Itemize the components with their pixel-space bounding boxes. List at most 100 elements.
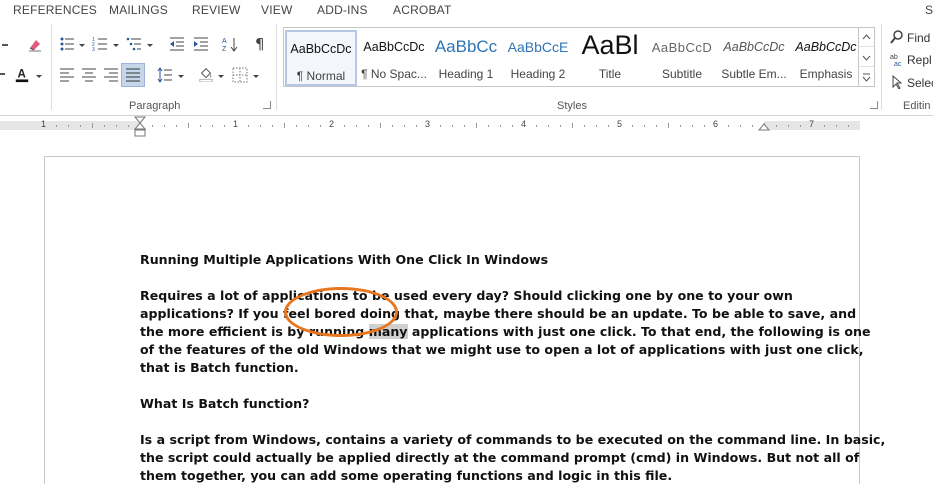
tab-references[interactable]: REFERENCES [13, 3, 97, 17]
decrease-indent-icon[interactable] [169, 36, 185, 52]
paragraph-1: Requires a lot of applications to be use… [140, 287, 871, 377]
ruler-tick [320, 125, 321, 127]
ruler-number: 5 [617, 119, 623, 129]
ruler-tick [296, 125, 297, 127]
paragraph-dialog-launcher[interactable] [263, 101, 271, 109]
style-title[interactable]: AaBl Title [574, 30, 646, 86]
ruler-tick [92, 123, 93, 128]
gallery-down-button[interactable] [859, 48, 874, 67]
bullets-caret[interactable] [79, 44, 85, 47]
multilevel-caret[interactable] [147, 44, 153, 47]
ruler-number: 7 [809, 119, 815, 129]
numbering-icon[interactable]: 123 [92, 36, 108, 52]
clear-formatting-icon[interactable] [27, 36, 43, 52]
font-color-caret[interactable] [36, 75, 42, 78]
style-name: Heading 1 [438, 67, 494, 81]
replace-button[interactable]: ab ac Repl [890, 52, 932, 68]
ruler-tick [476, 123, 477, 128]
line-spacing-caret[interactable] [178, 75, 184, 78]
style-heading-2[interactable]: AaBbCcE Heading 2 [502, 30, 574, 86]
style-subtitle[interactable]: AaBbCcD Subtitle [646, 30, 718, 86]
right-indent-marker[interactable] [758, 122, 770, 132]
ruler-number: 3 [425, 119, 431, 129]
ruler-tick [128, 125, 129, 127]
borders-caret[interactable] [253, 75, 259, 78]
ruler-tick [704, 125, 705, 127]
tab-acrobat[interactable]: ACROBAT [393, 3, 452, 17]
gallery-up-button[interactable] [859, 28, 874, 47]
multilevel-list-icon[interactable] [126, 36, 142, 52]
shading-icon[interactable] [198, 66, 214, 82]
tab-add-ins[interactable]: ADD-INS [317, 3, 368, 17]
ribbon: A 123 AZ ¶ Paragraph AaBbCcDc ¶ Normal A… [0, 20, 933, 116]
ruler-tick [500, 125, 501, 127]
style-sample: AaBbCc [434, 37, 498, 56]
center-icon[interactable] [81, 67, 97, 83]
borders-icon[interactable] [232, 67, 248, 83]
text-line: Requires a lot of applications to be use… [140, 288, 793, 303]
style-name: Title [598, 67, 622, 81]
shading-caret[interactable] [218, 75, 224, 78]
line-spacing-icon[interactable] [157, 67, 173, 83]
tab-mailings[interactable]: MAILINGS [109, 3, 168, 17]
align-left-icon[interactable] [59, 67, 75, 83]
indent-marker[interactable] [134, 116, 146, 138]
tab-review[interactable]: REVIEW [192, 3, 241, 17]
ruler-tick [68, 125, 69, 127]
ruler-number: 1 [233, 119, 239, 129]
justify-button[interactable] [121, 63, 145, 87]
select-button[interactable]: Selec [890, 74, 933, 90]
ruler-tick [848, 125, 849, 127]
style-sample: AaBbCcDc [723, 40, 785, 54]
tab-view[interactable]: VIEW [261, 3, 292, 17]
sort-icon[interactable]: AZ [222, 36, 238, 52]
style-no-spacing[interactable]: AaBbCcDc ¶ No Spac... [358, 30, 430, 86]
bullets-icon[interactable] [59, 36, 75, 52]
ruler-tick [224, 125, 225, 127]
style-name: Emphasis [799, 67, 853, 81]
style-emphasis[interactable]: AaBbCcDc Emphasis [790, 30, 862, 86]
ruler-number: 1 [41, 119, 47, 129]
section-heading: What Is Batch function? [140, 395, 765, 413]
document-page[interactable]: Running Multiple Applications With One C… [44, 156, 885, 484]
font-color-icon[interactable]: A [14, 67, 30, 83]
ruler-tick [404, 125, 405, 127]
ruler-tick [392, 125, 393, 127]
style-name: ¶ Normal [296, 69, 346, 83]
tab-partial[interactable]: S [925, 3, 933, 17]
increase-indent-icon[interactable] [193, 36, 209, 52]
ruler-tick [116, 125, 117, 127]
find-button[interactable]: Find [890, 30, 930, 45]
ruler-tick [380, 123, 381, 128]
align-right-icon[interactable] [103, 67, 119, 83]
styles-dialog-launcher[interactable] [870, 101, 878, 109]
ruler-tick [692, 125, 693, 127]
ruler-tick [740, 125, 741, 127]
ruler-tick [356, 125, 357, 127]
chevron-down-icon [862, 55, 871, 61]
svg-text:3: 3 [92, 47, 95, 52]
ruler-tick [164, 125, 165, 127]
style-normal[interactable]: AaBbCcDc ¶ Normal [285, 30, 357, 86]
ruler-tick [188, 123, 189, 128]
ruler-tick [560, 125, 561, 127]
gallery-more-button[interactable] [859, 68, 874, 87]
numbering-caret[interactable] [113, 44, 119, 47]
ruler-tick [776, 125, 777, 127]
style-subtle-emphasis[interactable]: AaBbCcDc Subtle Em... [718, 30, 790, 86]
document-title: Running Multiple Applications With One C… [140, 251, 765, 269]
font-partial-icon-2 [0, 73, 5, 75]
title-text: Running Multiple Applications With One C… [140, 252, 549, 267]
ruler-tick [800, 125, 801, 127]
style-name: Subtitle [661, 67, 703, 81]
ruler-tick [308, 125, 309, 127]
horizontal-ruler[interactable]: 1 1 2 3 4 5 6 7 [0, 116, 933, 138]
styles-group-label: Styles [557, 100, 587, 112]
style-heading-1[interactable]: AaBbCc Heading 1 [430, 30, 502, 86]
styles-gallery-scroll [858, 27, 875, 87]
ruler-number: 4 [521, 119, 527, 129]
ruler-tick [836, 125, 837, 127]
style-sample: AaBbCcDc [363, 40, 425, 54]
ruler-tick [212, 125, 213, 127]
show-formatting-marks-icon[interactable]: ¶ [253, 35, 269, 51]
